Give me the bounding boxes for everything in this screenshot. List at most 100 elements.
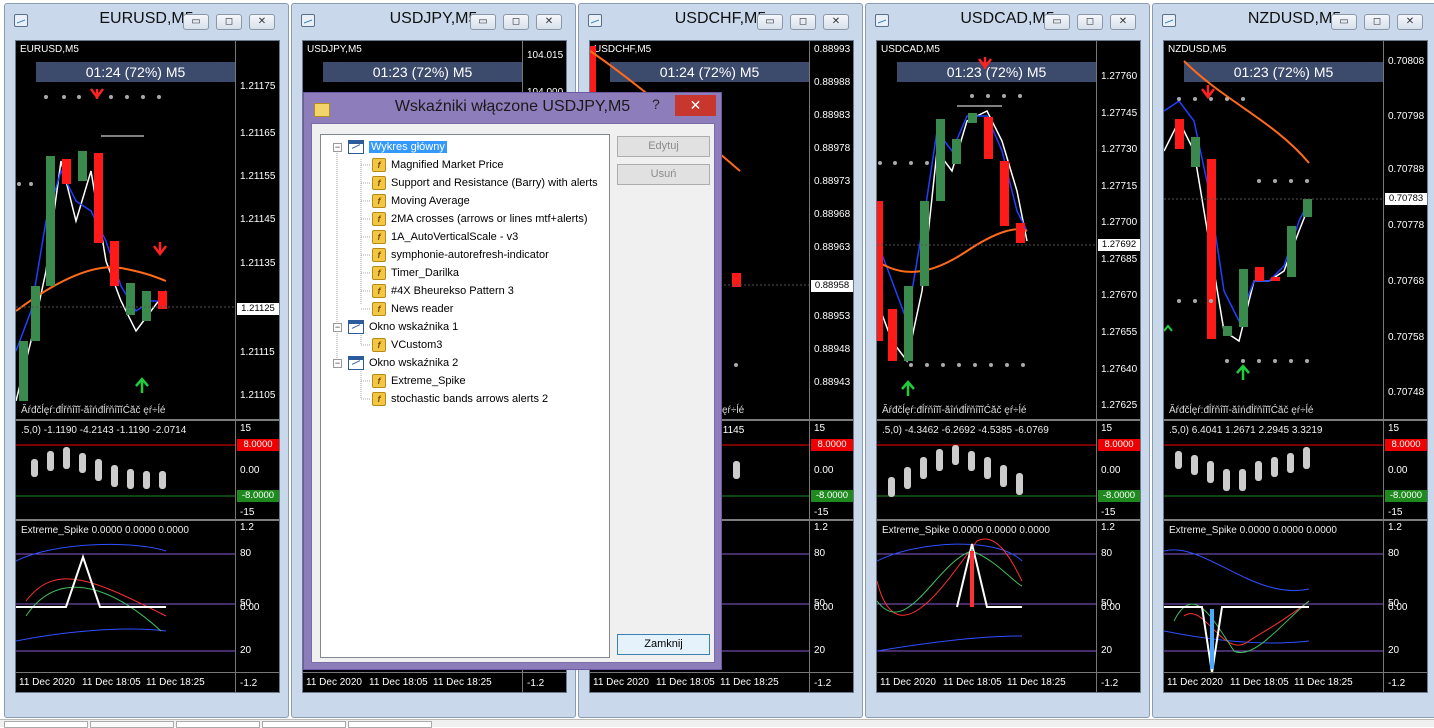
function-icon: f [372,158,386,172]
chart-area[interactable]: USDCAD,M5 01:23 (72%) M5 1.27760 1.27745… [876,40,1141,693]
chart-area[interactable]: NZDUSD,M5 01:23 (72%) M5 0.70808 0.70798… [1163,40,1428,693]
tree-item-indicator[interactable]: Timer_Darilka [391,265,459,281]
minimize-button[interactable]: ▭ [757,14,783,30]
time-tick: 11 Dec 18:25 [1294,677,1353,688]
tree-item-indicator[interactable]: symphonie-autorefresh-indicator [391,247,549,263]
time-tick: 11 Dec 18:05 [656,677,715,688]
time-tick: 11 Dec 2020 [1167,677,1223,688]
time-tick: 11 Dec 18:05 [1230,677,1289,688]
close-button[interactable]: ✕ [823,14,849,30]
restore-button[interactable]: ◻ [503,14,529,30]
tree-item-indicator[interactable]: 2MA crosses (arrows or lines mtf+alerts) [391,211,588,227]
function-icon: f [372,338,386,352]
window-title: EURUSD,M5 [99,10,194,27]
window-title: USDCAD,M5 [960,10,1055,27]
collapse-toggle[interactable]: − [333,323,342,332]
function-icon: f [372,284,386,298]
tree-item-indicator[interactable]: Support and Resistance (Barry) with aler… [391,175,598,191]
time-tick: 11 Dec 18:25 [433,677,492,688]
restore-button[interactable]: ◻ [1077,14,1103,30]
chart-area[interactable]: EURUSD,M5 01:24 (72%) M5 1.21175 1.21165… [15,40,280,693]
tree-node-main-window[interactable]: Wykres główny [369,139,447,155]
restore-button[interactable]: ◻ [1364,14,1390,30]
window-titlebar[interactable]: USDJPY,M5 ▭ ◻ ✕ [292,4,575,36]
indicator1-lower-level: -8.0000 [811,490,853,502]
close-button[interactable]: ✕ [1397,14,1423,30]
dialog-body: − Wykres główny f Magnified Market Price… [311,123,715,663]
indicator1-upper-level: 8.0000 [811,439,853,451]
time-tick: 11 Dec 2020 [19,677,75,688]
indicator2-drawing [1164,549,1383,674]
tree-node-indicator-window-1[interactable]: Okno wskaźnika 1 [369,319,458,335]
function-icon: f [372,248,386,262]
chart-window-icon [348,140,364,154]
tree-item-indicator[interactable]: News reader [391,301,453,317]
chart-window-nzdusd[interactable]: NZDUSD,M5 ▭ ◻ ✕ NZDUSD,M5 01:23 (72%) M5… [1152,3,1434,718]
indicator2-scale-tick: 80 [814,548,826,559]
window-titlebar[interactable]: USDCHF,M5 ▭ ◻ ✕ [579,4,862,36]
function-icon: f [372,212,386,226]
window-titlebar[interactable]: USDCAD,M5 ▭ ◻ ✕ [866,4,1149,36]
time-tick: 11 Dec 18:05 [369,677,428,688]
close-dialog-button[interactable]: Zamknij [617,634,710,655]
tree-item-indicator[interactable]: #4X Bheurekso Pattern 3 [391,283,514,299]
edit-button[interactable]: Edytuj [617,136,710,157]
chart-symbol-label: USDJPY,M5 [307,44,362,55]
help-button[interactable]: ? [652,96,660,112]
window-title: USDJPY,M5 [389,10,478,27]
collapse-toggle[interactable]: − [333,359,342,368]
minimize-button[interactable]: ▭ [470,14,496,30]
time-tick: 11 Dec 18:05 [82,677,141,688]
window-title: NZDUSD,M5 [1247,10,1342,27]
time-tick: 11 Dec 2020 [880,677,936,688]
collapse-toggle[interactable]: − [333,143,342,152]
close-button[interactable]: ✕ [1110,14,1136,30]
indicator2-scale-tick: 1.2 [814,522,828,533]
window-titlebar[interactable]: EURUSD,M5 ▭ ◻ ✕ [5,4,288,36]
indicator1-scale-tick: 0.00 [814,465,834,476]
indicator2-drawing [877,538,1096,652]
indicator2-scale-tick: 20 [814,645,826,656]
close-button[interactable]: ✕ [249,14,275,30]
indicator-window-icon [348,320,364,334]
function-icon: f [372,230,386,244]
function-icon: f [372,176,386,190]
window-titlebar[interactable]: NZDUSD,M5 ▭ ◻ ✕ [1153,4,1434,36]
time-tick: 11 Dec 2020 [593,677,649,688]
indicator2-drawing [16,543,235,652]
time-tick: 11 Dec 18:25 [146,677,205,688]
dialog-close-button[interactable]: ✕ [675,95,716,116]
chart-window-eurusd[interactable]: EURUSD,M5 ▭ ◻ ✕ EURUSD,M5 01:24 (72%) M5… [4,3,289,718]
restore-button[interactable]: ◻ [216,14,242,30]
close-button[interactable]: ✕ [536,14,562,30]
chart-window-usdcad[interactable]: USDCAD,M5 ▭ ◻ ✕ USDCAD,M5 01:23 (72%) M5… [865,3,1150,718]
function-icon: f [372,266,386,280]
function-icon: f [372,392,386,406]
restore-button[interactable]: ◻ [790,14,816,30]
timer-banner: 01:23 (72%) M5 [323,62,522,82]
function-icon: f [372,302,386,316]
price-tick: 104.015 [527,50,564,61]
indicator-tree[interactable]: − Wykres główny f Magnified Market Price… [320,134,610,658]
delete-button[interactable]: Usuń [617,164,710,185]
tree-item-indicator[interactable]: stochastic bands arrows alerts 2 [391,391,548,407]
minimize-button[interactable]: ▭ [1044,14,1070,30]
tree-item-indicator[interactable]: VCustom3 [391,337,442,353]
indicator1-scale-tick: 15 [814,423,826,434]
tree-item-indicator[interactable]: Magnified Market Price [391,157,504,173]
minimize-button[interactable]: ▭ [183,14,209,30]
indicator-window-icon [348,356,364,370]
tree-item-indicator[interactable]: Moving Average [391,193,470,209]
function-icon: f [372,194,386,208]
window-title: USDCHF,M5 [674,10,767,27]
tree-item-indicator[interactable]: Extreme_Spike [391,373,466,389]
minimize-button[interactable]: ▭ [1331,14,1357,30]
tree-item-indicator[interactable]: 1A_AutoVerticalScale - v3 [391,229,518,245]
time-tick: 11 Dec 2020 [306,677,362,688]
indicators-dialog[interactable]: Wskaźniki włączone USDJPY,M5 ? ✕ − Wykre… [303,92,722,670]
time-tick: 11 Dec 18:25 [1007,677,1066,688]
tree-node-indicator-window-2[interactable]: Okno wskaźnika 2 [369,355,458,371]
indicator1-scale-tick: -15 [814,507,829,518]
function-icon: f [372,374,386,388]
tree-node-label: Wykres główny [369,141,447,153]
